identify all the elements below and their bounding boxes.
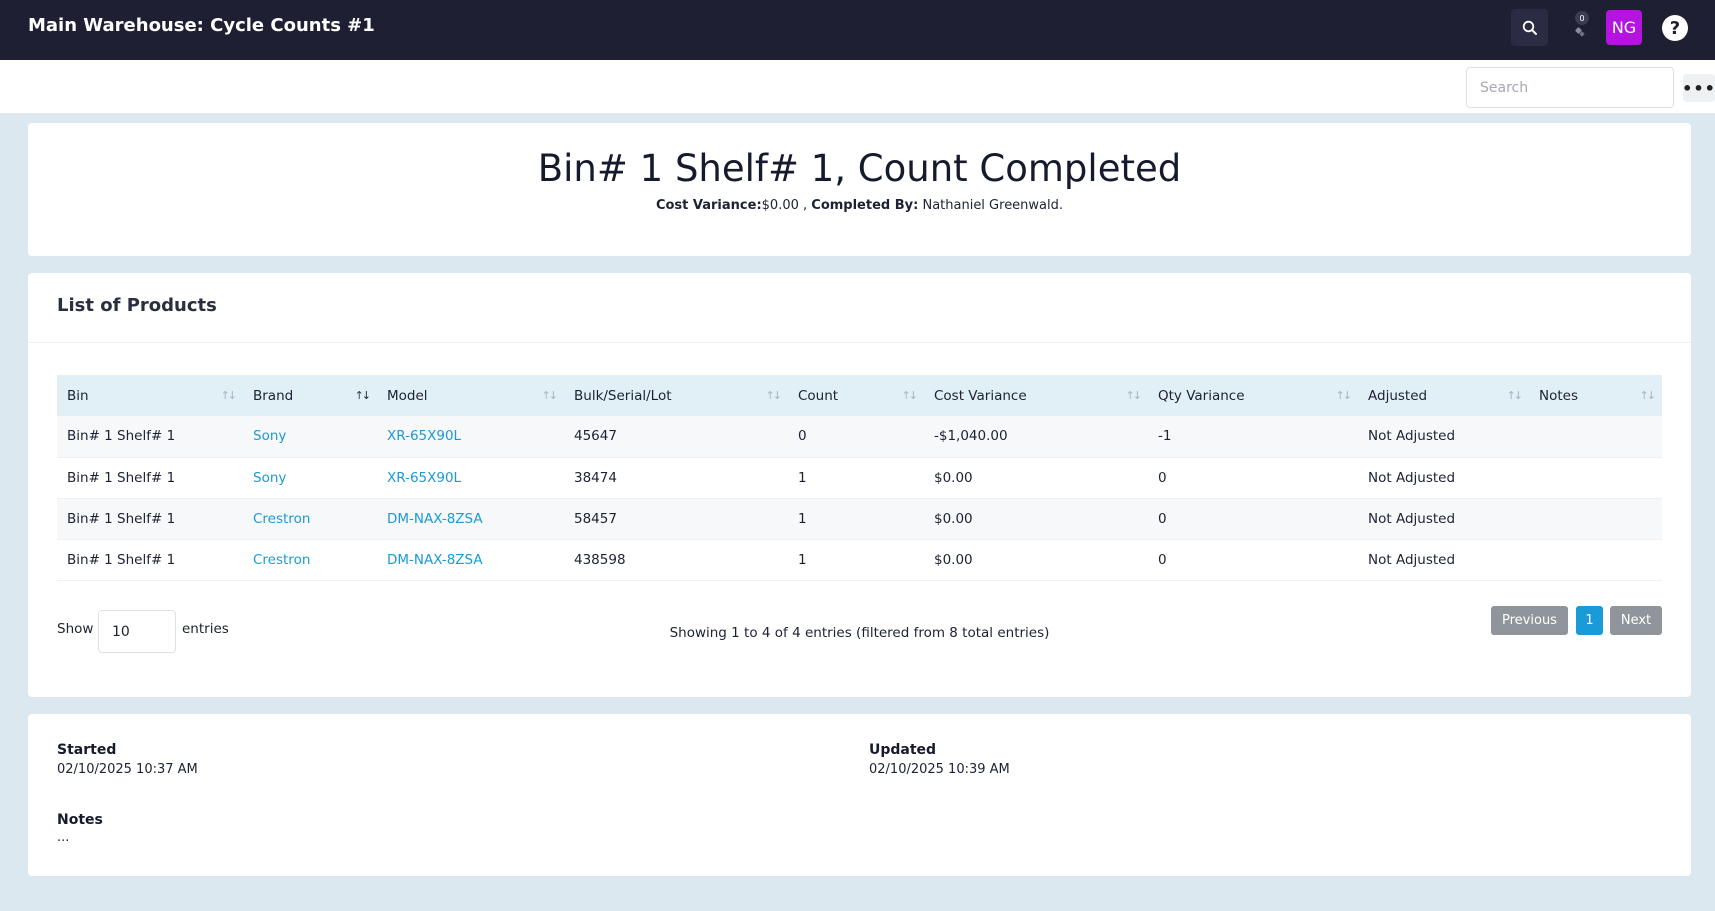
help-icon[interactable]: ? [1662,15,1688,41]
cell-cost-variance: $0.00 [924,539,1148,581]
started-value: 02/10/2025 10:37 AM [57,762,198,777]
cell-cost-variance: -$1,040.00 [924,416,1148,458]
cell-count: 1 [788,457,924,499]
column-header-bin[interactable]: Bin ↑↓ [57,375,243,416]
ellipsis-icon: ••• [1682,78,1715,98]
notification-count-badge: 0 [1574,10,1590,26]
table-info-text: Showing 1 to 4 of 4 entries (filtered fr… [669,625,1050,641]
column-header-cost-variance[interactable]: Cost Variance ↑↓ [924,375,1148,416]
products-card: List of Products Bin ↑↓ Brand ↑↓ Model ↑↓ B… [28,273,1691,697]
model-link[interactable]: XR-65X90L [377,457,564,499]
cell-count: 0 [788,416,924,458]
search-input[interactable] [1466,67,1674,108]
model-link[interactable]: XR-65X90L [377,416,564,458]
cell-count: 1 [788,498,924,540]
table-row: Bin# 1 Shelf# 1 Crestron DM-NAX-8ZSA 584… [57,498,1662,540]
sort-icon: ↑↓ [1335,389,1353,402]
model-link[interactable]: DM-NAX-8ZSA [377,498,564,540]
column-header-qty-variance[interactable]: Qty Variance ↑↓ [1148,375,1358,416]
column-header-adjusted[interactable]: Adjusted ↑↓ [1358,375,1529,416]
cell-qty-variance: 0 [1148,539,1358,581]
updated-label: Updated [869,742,937,758]
cell-adjusted: Not Adjusted [1358,457,1529,499]
cell-bin: Bin# 1 Shelf# 1 [57,498,243,540]
brand-link[interactable]: Crestron [243,498,377,540]
cell-qty-variance: 0 [1148,457,1358,499]
cost-variance-label: Cost Variance: [655,198,762,213]
cell-lot: 38474 [564,457,788,499]
previous-page-button[interactable]: Previous [1491,606,1568,635]
cell-lot: 58457 [564,498,788,540]
updated-value: 02/10/2025 10:39 AM [869,762,1010,777]
cell-lot: 438598 [564,539,788,581]
cell-cost-variance: $0.00 [924,457,1148,499]
sort-icon: ↑↓ [541,389,559,402]
count-summary-details: Cost Variance:$0.00 , Completed By: Nath… [28,198,1691,213]
cell-qty-variance: 0 [1148,498,1358,540]
page-title: Main Warehouse: Cycle Counts #1 [28,15,375,36]
cell-bin: Bin# 1 Shelf# 1 [57,539,243,581]
cost-variance-value: $0.00 , [761,198,808,213]
sub-toolbar: ••• [0,60,1715,114]
cell-bin: Bin# 1 Shelf# 1 [57,416,243,458]
more-options-button[interactable]: ••• [1682,74,1715,102]
column-header-notes[interactable]: Notes ↑↓ [1529,375,1662,416]
table-row: Bin# 1 Shelf# 1 Sony XR-65X90L 38474 1 $… [57,457,1662,499]
search-icon [1522,20,1537,35]
sort-icon: ↑↓ [901,389,919,402]
cell-notes [1529,498,1662,540]
table-header-row: Bin ↑↓ Brand ↑↓ Model ↑↓ Bulk/Serial/Lot ↑↓ … [57,375,1662,416]
sort-icon: ↑↓ [220,389,238,402]
brand-link[interactable]: Crestron [243,539,377,581]
count-summary-card: Bin# 1 Shelf# 1, Count Completed Cost Va… [28,123,1691,256]
model-link[interactable]: DM-NAX-8ZSA [377,539,564,581]
cell-lot: 45647 [564,416,788,458]
cell-notes [1529,539,1662,581]
cell-qty-variance: -1 [1148,416,1358,458]
column-header-count[interactable]: Count ↑↓ [788,375,924,416]
count-status-title: Bin# 1 Shelf# 1, Count Completed [537,147,1182,190]
top-navbar: Main Warehouse: Cycle Counts #1 0 NG ? [0,0,1715,60]
products-table: Bin ↑↓ Brand ↑↓ Model ↑↓ Bulk/Serial/Lot ↑↓ … [57,375,1662,581]
completed-by-value: Nathaniel Greenwald. [922,198,1064,213]
sort-desc-icon: ↑↓ [354,389,372,402]
cell-notes [1529,457,1662,499]
sort-icon: ↑↓ [1639,389,1657,402]
products-heading: List of Products [28,273,1691,343]
count-meta-card: Started 02/10/2025 10:37 AM Updated 02/1… [28,714,1691,876]
started-label: Started [57,742,117,758]
global-search-button[interactable] [1511,9,1548,46]
cell-adjusted: Not Adjusted [1358,539,1529,581]
table-row: Bin# 1 Shelf# 1 Sony XR-65X90L 45647 0 -… [57,416,1662,458]
sort-icon: ↑↓ [1125,389,1143,402]
cell-count: 1 [788,539,924,581]
next-page-button[interactable]: Next [1610,606,1662,635]
cell-bin: Bin# 1 Shelf# 1 [57,457,243,499]
user-avatar[interactable]: NG [1606,10,1642,45]
cell-notes [1529,416,1662,458]
sort-icon: ↑↓ [1506,389,1524,402]
page-1-button[interactable]: 1 [1576,606,1603,635]
brand-link[interactable]: Sony [243,416,377,458]
column-header-brand[interactable]: Brand ↑↓ [243,375,377,416]
cell-adjusted: Not Adjusted [1358,498,1529,540]
cell-cost-variance: $0.00 [924,498,1148,540]
cell-adjusted: Not Adjusted [1358,416,1529,458]
completed-by-label: Completed By: [811,198,919,213]
notes-value: ... [57,830,70,845]
table-row: Bin# 1 Shelf# 1 Crestron DM-NAX-8ZSA 438… [57,539,1662,581]
notes-label: Notes [57,812,103,828]
sort-icon: ↑↓ [765,389,783,402]
column-header-model[interactable]: Model ↑↓ [377,375,564,416]
column-header-lot[interactable]: Bulk/Serial/Lot ↑↓ [564,375,788,416]
brand-link[interactable]: Sony [243,457,377,499]
